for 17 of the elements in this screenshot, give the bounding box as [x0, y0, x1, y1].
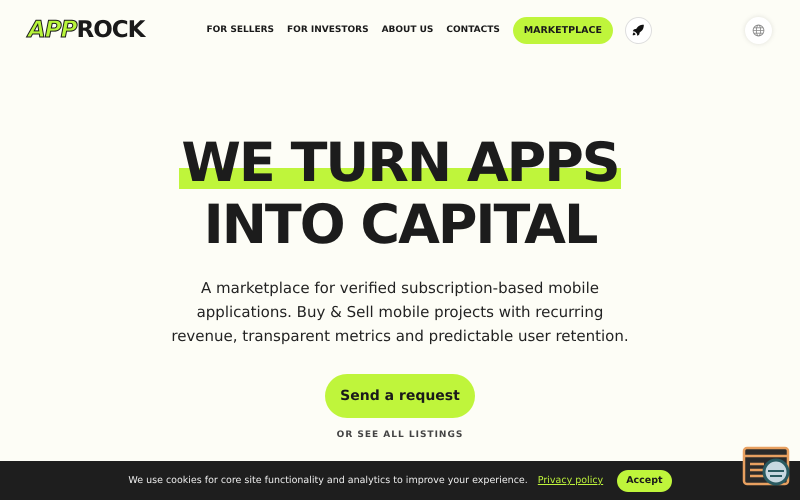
- logo[interactable]: APPROCK: [28, 17, 144, 43]
- nav-link[interactable]: CONTACTS: [446, 25, 500, 35]
- privacy-link[interactable]: Privacy policy: [538, 475, 604, 486]
- send-request-button[interactable]: Send a request: [325, 374, 475, 418]
- accept-button[interactable]: Accept: [617, 470, 672, 492]
- marketplace-button[interactable]: MARKETPLACE: [512, 16, 613, 44]
- rocket-icon: [631, 23, 646, 37]
- nav-link[interactable]: FOR INVESTORS: [287, 25, 369, 35]
- search-widget-icon[interactable]: [742, 446, 792, 488]
- rocket-button[interactable]: [624, 16, 652, 44]
- nav-link[interactable]: ABOUT US: [382, 25, 434, 35]
- listings-link[interactable]: OR SEE ALL LISTINGS: [336, 430, 464, 440]
- hero-subtitle: A marketplace for verified subscription-based mobile applications. Buy & Sell mobile projects with recurring revenue, transparent metrics and predictable user retention.: [170, 278, 630, 347]
- cookie-text: We use cookies for core site functionality and analytics to improve your experience.: [128, 475, 528, 486]
- language-button[interactable]: [745, 16, 772, 44]
- globe-icon: [752, 24, 765, 36]
- nav-link[interactable]: FOR SELLERS: [206, 25, 274, 35]
